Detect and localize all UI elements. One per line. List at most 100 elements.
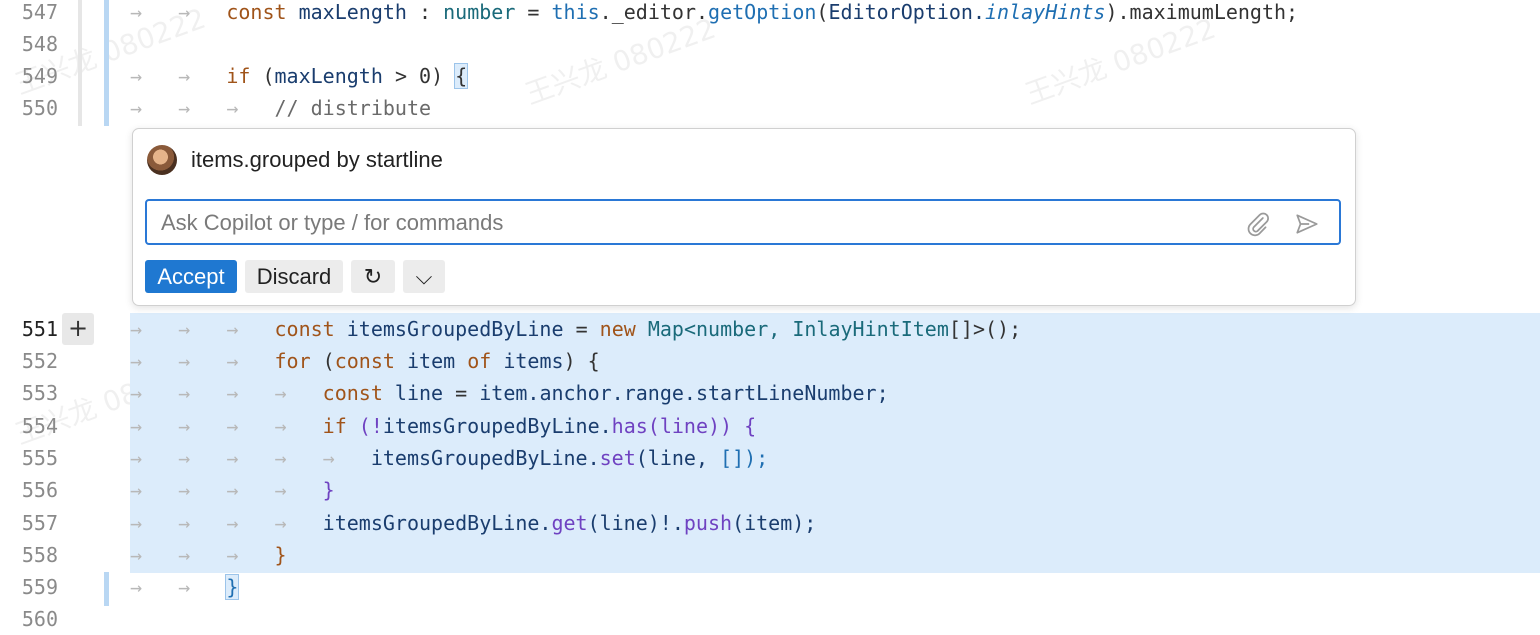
code-token: const bbox=[334, 349, 395, 373]
code-token: { bbox=[587, 349, 600, 373]
accept-button[interactable]: Accept bbox=[145, 260, 237, 293]
add-line-icon[interactable]: + bbox=[62, 313, 94, 345]
code-token: ._editor. bbox=[599, 0, 709, 24]
code-token: const bbox=[322, 381, 383, 405]
code-token: // distribute bbox=[274, 96, 432, 120]
code-token: line bbox=[394, 381, 444, 405]
line-number: 559 bbox=[21, 575, 58, 599]
chat-input[interactable] bbox=[159, 207, 1223, 239]
rerun-icon[interactable]: ↻ bbox=[351, 260, 395, 293]
code-token: ) bbox=[431, 64, 444, 88]
code-token: if bbox=[226, 64, 251, 88]
code-token: set bbox=[599, 446, 636, 470]
code-token: ( bbox=[816, 0, 829, 24]
line-number: 550 bbox=[21, 96, 58, 120]
code-token: new bbox=[599, 317, 636, 341]
code-token: get bbox=[551, 511, 588, 535]
code-token: []); bbox=[720, 446, 769, 470]
code-token: { bbox=[744, 414, 757, 438]
code-token: items bbox=[503, 349, 564, 373]
code-token: <number, bbox=[683, 317, 781, 341]
code-line[interactable]: → → → → itemsGroupedByLine.get(line)!.pu… bbox=[130, 507, 816, 539]
line-number: 555 bbox=[21, 446, 58, 470]
line-number: 554 bbox=[21, 414, 58, 438]
code-token: Map bbox=[647, 317, 684, 341]
code-token: ) bbox=[563, 349, 576, 373]
code-token: } bbox=[225, 574, 240, 600]
line-number: 557 bbox=[21, 511, 58, 535]
code-token: item.anchor.range.startLineNumber; bbox=[479, 381, 889, 405]
code-token: = bbox=[575, 317, 588, 341]
code-line[interactable]: → → → → } bbox=[130, 474, 335, 506]
code-token: : bbox=[419, 0, 432, 24]
avatar bbox=[147, 145, 177, 175]
chat-prompt: items.grouped by startline bbox=[191, 147, 443, 172]
code-token: number bbox=[443, 0, 516, 24]
code-token: EditorOption. bbox=[828, 0, 986, 24]
line-number: 549 bbox=[21, 64, 58, 88]
code-token: ( bbox=[322, 349, 335, 373]
code-line[interactable]: → → } bbox=[130, 571, 240, 603]
code-token: item bbox=[406, 349, 456, 373]
line-number: 558 bbox=[21, 543, 58, 567]
code-token: itemsGroupedByLine. bbox=[322, 511, 552, 535]
code-token: if bbox=[322, 414, 347, 438]
code-token: = bbox=[455, 381, 468, 405]
code-token: maxLength bbox=[274, 64, 383, 88]
line-number: 548 bbox=[21, 32, 58, 56]
code-token: = bbox=[527, 0, 540, 24]
code-token: ) bbox=[1105, 0, 1118, 24]
code-token: const bbox=[226, 0, 287, 24]
code-token: inlayHints bbox=[985, 0, 1106, 24]
code-token: itemsGroupedByLine. bbox=[382, 414, 612, 438]
code-token: push bbox=[683, 511, 733, 535]
code-line[interactable]: → → → // distribute bbox=[130, 92, 431, 124]
line-number: 552 bbox=[21, 349, 58, 373]
chevron-down-icon[interactable]: ⌵ bbox=[403, 260, 445, 293]
paperclip-icon[interactable] bbox=[1245, 211, 1271, 237]
line-number: 547 bbox=[21, 0, 58, 24]
code-token: { bbox=[454, 63, 469, 89]
code-token: of bbox=[467, 349, 492, 373]
line-number: 556 bbox=[21, 478, 58, 502]
line-number: 553 bbox=[21, 381, 58, 405]
code-line[interactable]: → → → const itemsGroupedByLine = new Map… bbox=[130, 313, 1021, 345]
code-token: (item); bbox=[732, 511, 817, 535]
code-token: ( bbox=[262, 64, 275, 88]
code-token: for bbox=[274, 349, 311, 373]
code-token: itemsGroupedByLine bbox=[346, 317, 564, 341]
line-number: 551 bbox=[21, 317, 58, 341]
send-icon[interactable] bbox=[1293, 211, 1321, 237]
change-bar bbox=[104, 0, 109, 126]
code-token: getOption bbox=[708, 0, 817, 24]
code-token: .maximumLength; bbox=[1117, 0, 1299, 24]
code-line[interactable]: → → → } bbox=[130, 539, 287, 571]
code-line[interactable]: → → const maxLength : number = this._edi… bbox=[130, 0, 1298, 28]
code-token: > bbox=[394, 64, 407, 88]
code-token: } bbox=[274, 543, 287, 567]
code-token: const bbox=[274, 317, 335, 341]
code-token: has bbox=[611, 414, 648, 438]
code-token: []>(); bbox=[948, 317, 1022, 341]
code-line[interactable]: → → → → if (!itemsGroupedByLine.has(line… bbox=[130, 410, 756, 442]
line-number: 560 bbox=[21, 607, 58, 631]
code-token: } bbox=[322, 478, 335, 502]
discard-button[interactable]: Discard bbox=[245, 260, 343, 293]
code-line[interactable]: → → → → const line = item.anchor.range.s… bbox=[130, 377, 889, 409]
code-token: (line, bbox=[635, 446, 708, 470]
code-token: itemsGroupedByLine. bbox=[370, 446, 600, 470]
code-token: maxLength bbox=[298, 0, 407, 24]
code-token: this bbox=[551, 0, 600, 24]
code-token: (! bbox=[358, 414, 383, 438]
code-line[interactable]: → → if (maxLength > 0) { bbox=[130, 60, 469, 92]
code-line[interactable]: → → → for (const item of items) { bbox=[130, 345, 600, 377]
code-token: InlayHintItem bbox=[792, 317, 949, 341]
code-line[interactable]: → → → → → itemsGroupedByLine.set(line, [… bbox=[130, 442, 768, 474]
code-token: 0 bbox=[419, 64, 432, 88]
code-token: (line)!. bbox=[587, 511, 684, 535]
code-token: (line)) bbox=[647, 414, 733, 438]
chat-input-box[interactable] bbox=[145, 199, 1341, 245]
change-bar bbox=[104, 572, 109, 606]
fold-guide bbox=[78, 0, 82, 126]
inline-chat-widget: items.grouped by startline Accept Discar… bbox=[132, 128, 1356, 306]
